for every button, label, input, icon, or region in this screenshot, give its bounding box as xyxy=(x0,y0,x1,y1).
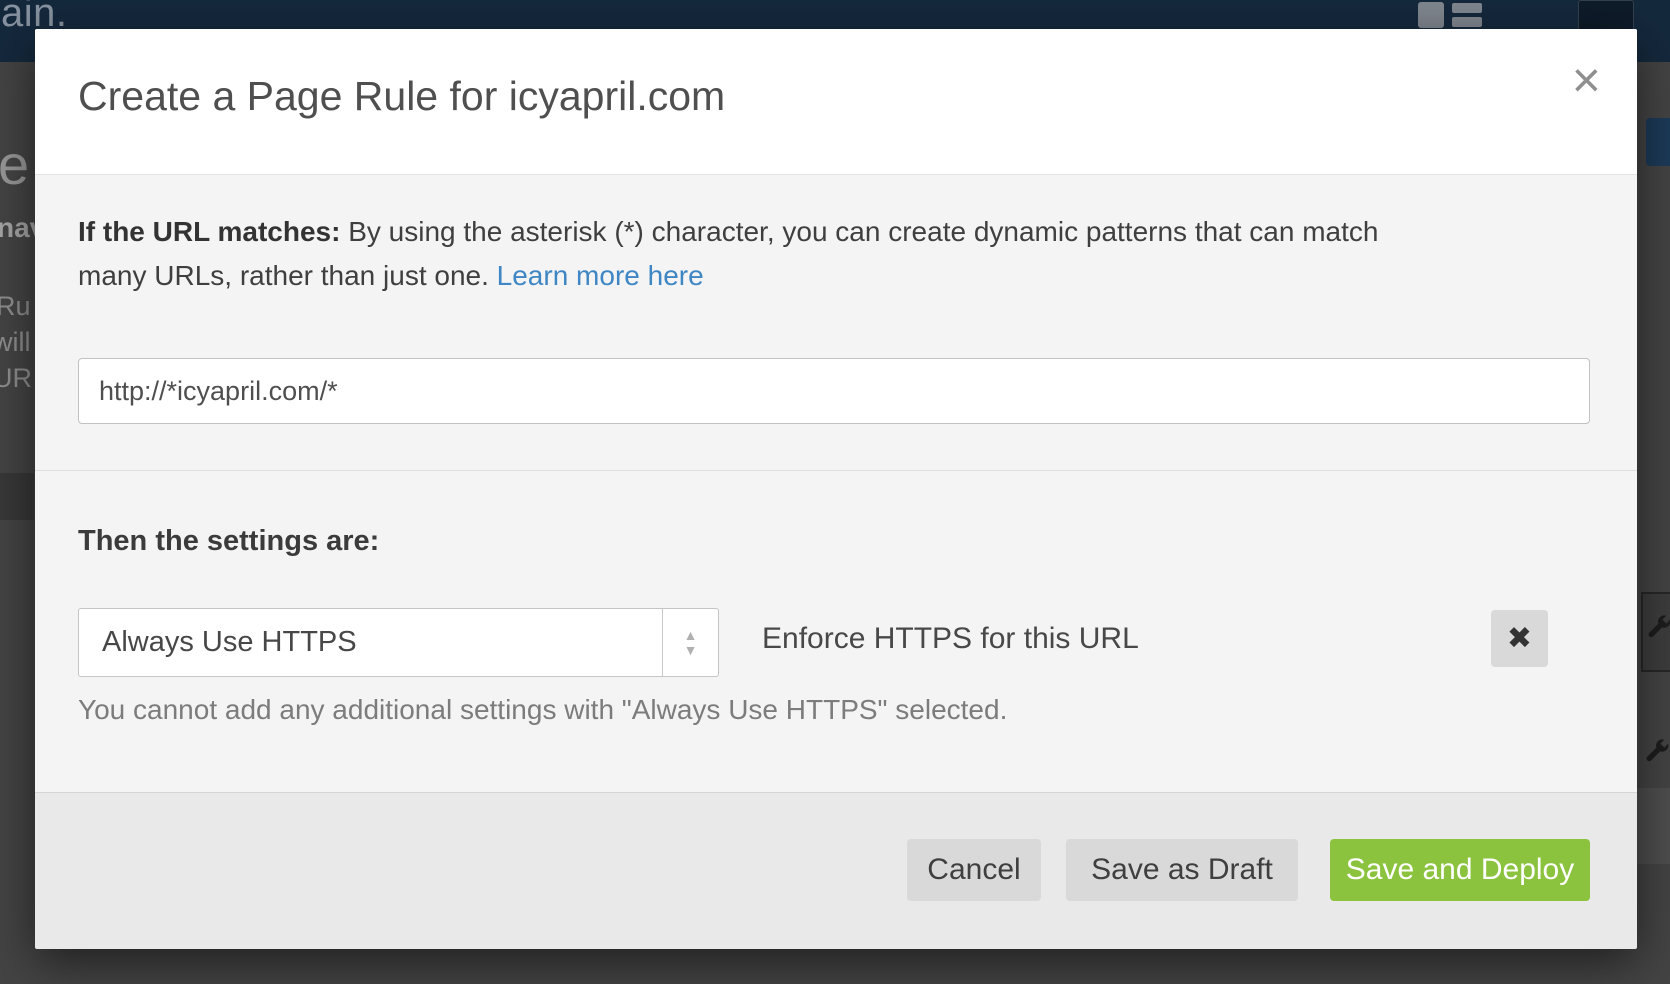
page: ain. e nav Ru will UR Create a Page Rule… xyxy=(0,0,1670,984)
remove-setting-button[interactable]: ✖ xyxy=(1491,610,1548,667)
save-and-deploy-button[interactable]: Save and Deploy xyxy=(1330,839,1590,901)
learn-more-link[interactable]: Learn more here xyxy=(497,260,704,291)
background-text-fragment: will xyxy=(0,327,31,358)
close-icon[interactable]: × xyxy=(1572,55,1601,105)
background-heading-fragment: e xyxy=(0,132,29,197)
navbar-grid-icon-bar xyxy=(1452,3,1482,13)
wrench-icon xyxy=(1643,613,1670,643)
modal-footer: Cancel Save as Draft Save and Deploy xyxy=(35,792,1637,949)
background-text-fragment: Ru xyxy=(0,291,31,322)
url-match-section: If the URL matches: By using the asteris… xyxy=(35,174,1637,471)
background-row-fragment xyxy=(1637,788,1670,864)
modal-title: Create a Page Rule for icyapril.com xyxy=(78,73,725,120)
url-pattern-input[interactable] xyxy=(78,358,1590,424)
settings-note: You cannot add any additional settings w… xyxy=(78,694,1007,726)
settings-heading: Then the settings are: xyxy=(78,525,379,558)
chevron-up-icon: ▲ xyxy=(684,629,698,642)
url-match-description: If the URL matches: By using the asteris… xyxy=(78,210,1508,298)
wrench-icon xyxy=(1641,737,1670,767)
setting-description: Enforce HTTPS for this URL xyxy=(762,622,1139,656)
navbar-grid-icon xyxy=(1418,2,1444,28)
page-rule-modal: Create a Page Rule for icyapril.com × If… xyxy=(35,29,1637,948)
background-table-header-fragment xyxy=(0,473,34,520)
url-match-text-line2: many URLs, rather than just one. xyxy=(78,260,489,291)
chevron-down-icon: ▼ xyxy=(684,644,698,657)
cancel-button[interactable]: Cancel xyxy=(907,839,1041,901)
background-text-fragment: UR xyxy=(0,363,32,394)
url-match-lead: If the URL matches: xyxy=(78,216,340,247)
select-spinner: ▲ ▼ xyxy=(662,609,718,676)
modal-header: Create a Page Rule for icyapril.com × xyxy=(35,29,1637,175)
setting-select[interactable]: Always Use HTTPS ▲ ▼ xyxy=(78,608,719,677)
navbar-grid-icon-bar xyxy=(1452,17,1482,27)
setting-select-value: Always Use HTTPS xyxy=(102,609,357,676)
settings-section: Then the settings are: Always Use HTTPS … xyxy=(35,470,1637,792)
save-as-draft-button[interactable]: Save as Draft xyxy=(1066,839,1298,901)
background-button-fragment xyxy=(1646,118,1670,166)
url-match-text-line1: By using the asterisk (*) character, you… xyxy=(348,216,1378,247)
